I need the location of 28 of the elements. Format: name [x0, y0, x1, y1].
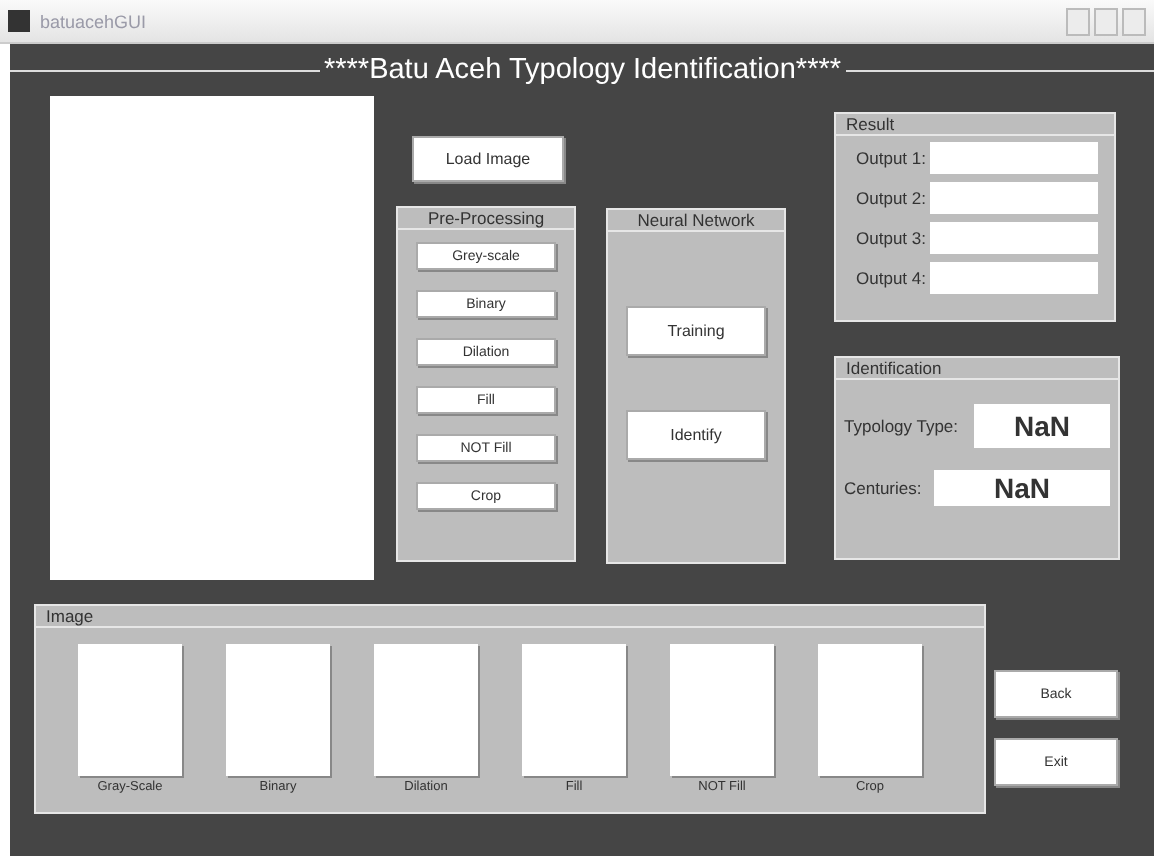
- load-image-button[interactable]: Load Image: [412, 136, 564, 182]
- app-icon: [8, 10, 30, 32]
- panel-title: Identification: [836, 358, 1118, 380]
- output-label: Output 4:: [854, 268, 926, 288]
- image-display: [670, 644, 774, 776]
- field-label: Centuries:: [844, 478, 922, 498]
- image-display: [374, 644, 478, 776]
- field-label: Typology Type:: [844, 416, 959, 436]
- image-display: [226, 644, 330, 776]
- image-display: [522, 644, 626, 776]
- image-display: [818, 644, 922, 776]
- image-display: [78, 644, 182, 776]
- output-label: Output 1:: [854, 148, 926, 168]
- window-title: batuacehGUI: [40, 11, 147, 31]
- network-button[interactable]: Identify: [626, 410, 766, 460]
- panel-title: Result: [836, 114, 1114, 136]
- app-heading: ****Batu Aceh Typology Identification****: [322, 54, 843, 86]
- panel-title: Image: [36, 606, 984, 628]
- panel-title: Neural Network: [608, 210, 784, 232]
- close-button[interactable]: [1122, 7, 1146, 35]
- minimize-button[interactable]: [1066, 7, 1090, 35]
- maximize-button[interactable]: [1094, 7, 1118, 35]
- result-value: NaN: [934, 470, 1110, 506]
- output-label: Output 3:: [854, 228, 926, 248]
- output-label: Output 2:: [854, 188, 926, 208]
- network-button[interactable]: Training: [626, 306, 766, 356]
- panel-title: Pre-Processing: [398, 208, 574, 230]
- result-value: NaN: [974, 404, 1110, 448]
